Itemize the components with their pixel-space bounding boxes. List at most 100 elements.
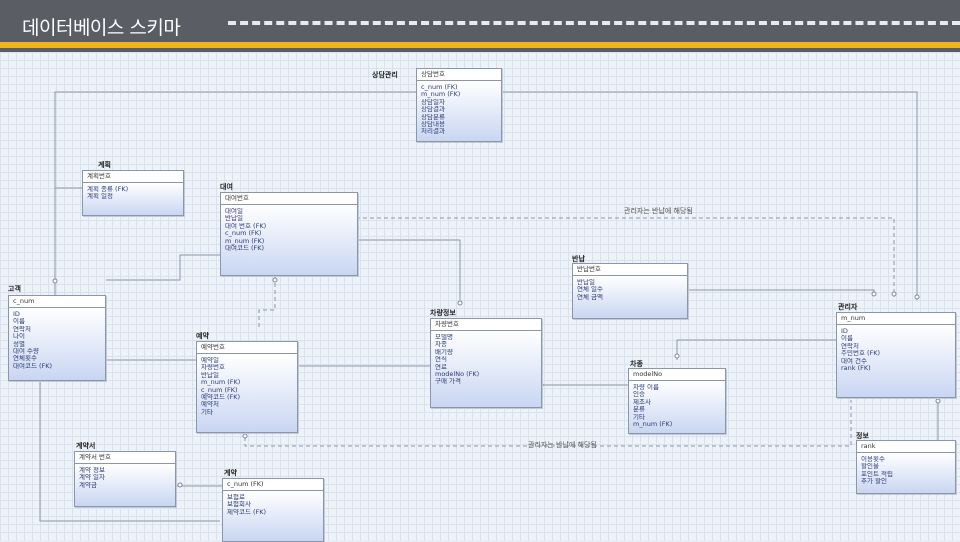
entity-attr: m_num (FK) [225,237,265,245]
entity-label-contract: 계약 [224,469,237,477]
link-model-admin [676,339,838,360]
entity-attr: 연료 [435,363,447,371]
entity-plan[interactable]: 계획번호 계획 종류 (FK) 계획 일정 [82,170,184,216]
entity-attr: 계획 종류 (FK) [87,186,129,193]
entity-pk: 계약서 번호 [75,452,175,464]
entity-attr: 구매 가격 [435,378,461,386]
entity-label-contractdoc: 계약서 [76,442,96,450]
entity-pk: 반납번호 [573,264,687,276]
entity-attr: 대여 건수 [841,357,867,365]
entity-attr: ID [841,328,848,335]
entity-attr: 상담분류 [421,113,445,121]
entity-pk: modelNo [629,369,725,381]
entity-pk: 대여번호 [221,193,357,205]
entity-label-reservation: 예약 [196,332,209,340]
entity-pk: rank [857,441,955,453]
entity-attr: 할인율 [861,463,879,471]
entity-label-admin: 관리자 [838,303,858,311]
entity-attr: 추가 할인 [861,478,887,486]
entity-attr: c_num (FK) [421,84,458,91]
entity-label-plan: 계획 [98,161,111,169]
entity-attr: 차량번호 [201,364,225,372]
entity-attr: 예약처 [201,401,219,409]
entity-attr: 이름 [13,318,25,326]
entity-attr: 차량 이름 [633,384,659,391]
entity-attr: 주민번호 (FK) [841,350,881,358]
link-rental-reservation [258,276,276,328]
entity-attr: 예약코드 (FK) [201,394,241,402]
entity-contract[interactable]: c_num (FK) 보험료 보험회사 제약코드 (FK) [222,478,324,542]
entity-attr: 연체 금액 [577,293,603,301]
entity-pk: c_num (FK) [223,479,323,491]
relationship-note: 관리자는 반납에 해당됨 [528,441,597,449]
entity-customer[interactable]: c_num ID 이름 연락처 나이 성별 대여 수량 연체횟수 대여코드 (F… [8,295,106,381]
entity-attr: 기타 [201,408,213,416]
entity-attr: 보험회사 [227,501,251,509]
entity-attr: ID [13,311,20,318]
entity-attr: c_num (FK) [225,230,262,238]
entity-attr: 처리결과 [421,128,445,136]
entity-consult[interactable]: 상담번호 c_num (FK) m_num (FK) 상담일자 상담결과 상담분… [416,68,502,142]
entity-attr: 계약 일자 [79,474,105,482]
entity-attr: m_num (FK) [201,379,241,387]
entity-attr: 이름 [841,335,853,343]
entity-contractdoc[interactable]: 계약서 번호 계약 정보 계약 일자 계약금 [74,451,176,507]
entity-attr: 배기량 [435,348,453,356]
entity-return[interactable]: 반납번호 반납일 연체 일수 연체 금액 [572,263,688,319]
entity-label-car: 차량정보 [430,309,456,317]
link-rental-customer [106,254,220,281]
entity-model[interactable]: modelNo 차량 이름 인승 제조사 분류 기타 m_num (FK) [628,368,726,434]
entity-attr: 상담내용 [421,121,445,129]
entity-attr: 성별 [13,340,25,348]
entity-pk: 계획번호 [83,171,183,183]
entity-attr: 분류 [633,406,645,414]
entity-attr: 제조사 [633,398,651,406]
entity-pk: 예약번호 [197,342,297,354]
entity-attr: 상담결과 [421,106,445,114]
entity-attr: 연락처 [13,325,31,333]
entity-attr: 대여코드 (FK) [13,362,53,370]
entity-attr: c_num (FK) [201,386,238,394]
entity-attr: 대여코드 (FK) [225,245,265,253]
entity-pk: c_num [9,296,105,308]
entity-attr: 인승 [633,391,645,399]
entity-attr: 대여 수량 [13,348,39,356]
entity-attr: 연체 일수 [577,286,603,294]
entity-attr: 기타 [633,413,645,421]
entity-attr: 반납일 [577,279,595,286]
entity-attr: 예약일 [201,357,219,364]
entity-attr: 제약코드 (FK) [227,508,267,516]
entity-admin[interactable]: m_num ID 이름 연락처 주민번호 (FK) 대여 건수 rank (FK… [836,312,956,398]
entity-reservation[interactable]: 예약번호 예약일 차량번호 반납일 m_num (FK) c_num (FK) … [196,341,298,433]
entity-attr: 연식 [435,356,447,364]
entity-attr: 포인트 적립 [861,470,893,478]
entity-attr: 연체횟수 [13,355,37,363]
entity-attr: 이용횟수 [861,456,885,463]
entity-attr: m_num (FK) [633,421,673,429]
entity-attr: 연락처 [841,342,859,350]
link-consult-admin [501,91,918,300]
entity-attr: modelNo (FK) [435,371,480,379]
entity-attr: 대여 번호 (FK) [225,222,267,230]
entity-label-consult: 상담관리 [372,71,398,79]
entity-car[interactable]: 차량번호 모델명 차종 배기량 연식 연료 modelNo (FK) 구매 가격 [430,318,542,408]
entity-attr: 반납일 [201,371,219,379]
entity-rental[interactable]: 대여번호 대여일 반납일 대여 번호 (FK) c_num (FK) m_num… [220,192,358,276]
relationship-note: 관리자는 반납에 해당됨 [624,207,693,215]
entity-attr: 계획 일정 [87,193,113,201]
entity-attr: 모델명 [435,334,453,341]
entity-attr: 계약금 [79,481,97,489]
entity-grade[interactable]: rank 이용횟수 할인율 포인트 적립 추가 할인 [856,440,956,494]
link-return-admin [686,289,875,296]
entity-attr: 상담일자 [421,98,445,106]
entity-attr: 차종 [435,341,447,349]
entity-attr: 반납일 [225,215,243,223]
entity-attr: 계약 정보 [79,467,105,474]
link-rental-return [356,239,461,300]
entity-pk: m_num [837,313,955,325]
entity-attr: 나이 [13,333,25,341]
entity-pk: 차량번호 [431,319,541,331]
entity-attr: 대여일 [225,208,243,215]
entity-attr: rank (FK) [841,365,871,373]
entity-label-customer: 고객 [8,285,21,293]
